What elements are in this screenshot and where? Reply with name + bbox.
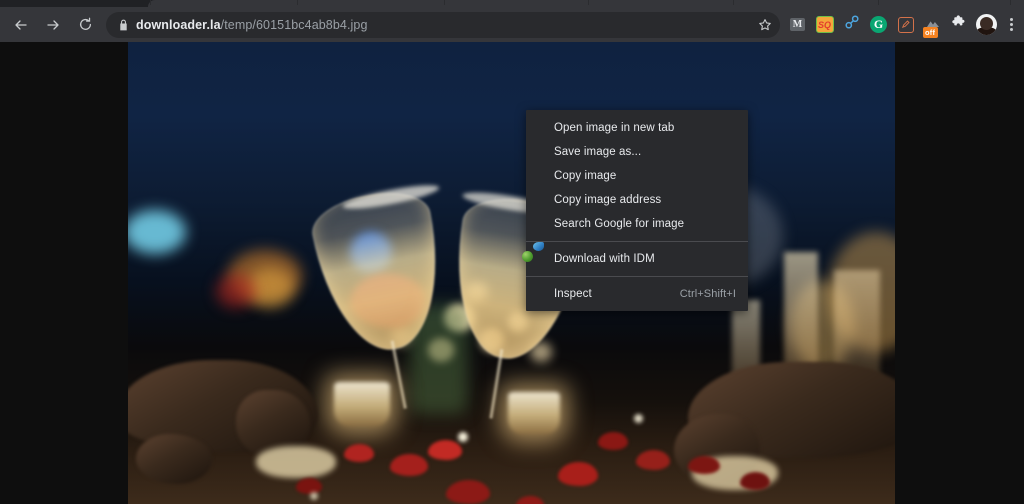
avatar-face [980, 17, 993, 30]
rose-petal-5 [558, 462, 598, 486]
menu-item-copy-image-address[interactable]: Copy image address [526, 188, 748, 212]
menu-item-search-google-for-image[interactable]: Search Google for image [526, 212, 748, 236]
rose-petal-9 [296, 478, 322, 494]
bokeh-red-left [216, 274, 256, 308]
menu-item-label: Copy image address [554, 194, 662, 206]
rose-petal-7 [636, 450, 670, 470]
hand-left-thumb [136, 434, 212, 484]
url-path: /temp/60151bc4ab8b4.jpg [220, 17, 368, 32]
image-context-menu: Open image in new tab Save image as... C… [522, 110, 748, 311]
rose-petal-4 [344, 444, 374, 462]
rose-petal-8 [688, 456, 720, 474]
off-badge: off [922, 27, 938, 38]
chrome-menu-kebab-icon[interactable] [1000, 17, 1022, 32]
glass-foot-left [256, 446, 336, 478]
champagne-toast-photo[interactable] [128, 42, 895, 504]
tab-separator [878, 0, 879, 5]
menu-item-label: Save image as... [554, 146, 642, 158]
menu-item-label: Download with IDM [554, 253, 655, 265]
browser-toolbar: downloader.la/temp/60151bc4ab8b4.jpg M S… [0, 7, 1024, 42]
rose-petal-6 [598, 432, 628, 450]
lock-icon[interactable] [110, 12, 136, 38]
votive-candle-left [334, 382, 390, 426]
link-glyph [844, 14, 860, 35]
url-domain: downloader.la [136, 17, 221, 32]
forward-arrow-icon [45, 17, 61, 33]
menu-separator [526, 276, 748, 277]
tab-separator [588, 0, 589, 5]
tab-separator [444, 0, 445, 5]
tab-strip [0, 0, 1024, 7]
menu-item-open-image-in-new-tab[interactable]: Open image in new tab [526, 116, 748, 140]
idm-icon [522, 242, 549, 267]
browser-window: downloader.la/temp/60151bc4ab8b4.jpg M S… [0, 0, 1024, 504]
menu-item-save-image-as[interactable]: Save image as... [526, 140, 748, 164]
sq-extension-icon[interactable]: SQ [813, 13, 837, 37]
table-sparkle-3 [310, 492, 318, 500]
bookmark-star-icon[interactable] [754, 14, 776, 36]
notepad-extension-icon[interactable] [894, 13, 918, 37]
extensions-puzzle-icon[interactable] [948, 13, 972, 37]
tab-separator [150, 0, 151, 5]
active-tab[interactable] [148, 0, 1024, 7]
reload-button[interactable] [72, 12, 98, 38]
glass-stem-right [488, 348, 504, 419]
forward-button[interactable] [40, 12, 66, 38]
puzzle-glyph [951, 14, 968, 35]
rose-petal-3 [446, 480, 490, 504]
link-extension-icon[interactable] [840, 13, 864, 37]
url-text: downloader.la/temp/60151bc4ab8b4.jpg [136, 18, 776, 32]
grammar-glyph: G [870, 16, 887, 33]
address-bar[interactable]: downloader.la/temp/60151bc4ab8b4.jpg [106, 11, 780, 38]
mail-extension-icon[interactable]: M [786, 13, 810, 37]
back-arrow-icon [13, 17, 29, 33]
tab-separator [1010, 0, 1011, 5]
table-sparkle-2 [634, 414, 643, 423]
menu-separator [526, 241, 748, 242]
profile-avatar[interactable] [975, 13, 999, 37]
votive-candle-right [508, 392, 560, 434]
notepad-glyph [897, 16, 914, 33]
tab-separator [297, 0, 298, 5]
sq-glyph: SQ [815, 16, 834, 33]
glass-stem-left [389, 340, 407, 410]
table-sparkle-1 [458, 432, 468, 442]
page-content: Open image in new tab Save image as... C… [0, 42, 1024, 504]
menu-item-copy-image[interactable]: Copy image [526, 164, 748, 188]
menu-item-label: Inspect [554, 288, 592, 300]
menu-item-label: Open image in new tab [554, 122, 675, 134]
mail-glyph: M [790, 18, 805, 31]
menu-item-label: Search Google for image [554, 218, 685, 230]
rose-petal-1 [390, 454, 428, 476]
reload-icon [78, 17, 93, 32]
image-downloader-extension-icon[interactable]: off [921, 13, 945, 38]
back-button[interactable] [8, 12, 34, 38]
menu-item-download-with-idm[interactable]: Download with IDM [522, 242, 748, 271]
menu-item-label: Copy image [554, 170, 617, 182]
tab-separator [733, 0, 734, 5]
grammar-extension-icon[interactable]: G [867, 13, 891, 37]
kebab-dots [1009, 17, 1013, 32]
rose-petal-2 [428, 440, 462, 460]
avatar-image [976, 14, 997, 35]
rose-petal-10 [740, 472, 770, 490]
extension-icons: M SQ G off [784, 13, 1024, 38]
menu-item-inspect[interactable]: Inspect Ctrl+Shift+I [526, 282, 748, 306]
menu-item-shortcut: Ctrl+Shift+I [679, 288, 736, 300]
